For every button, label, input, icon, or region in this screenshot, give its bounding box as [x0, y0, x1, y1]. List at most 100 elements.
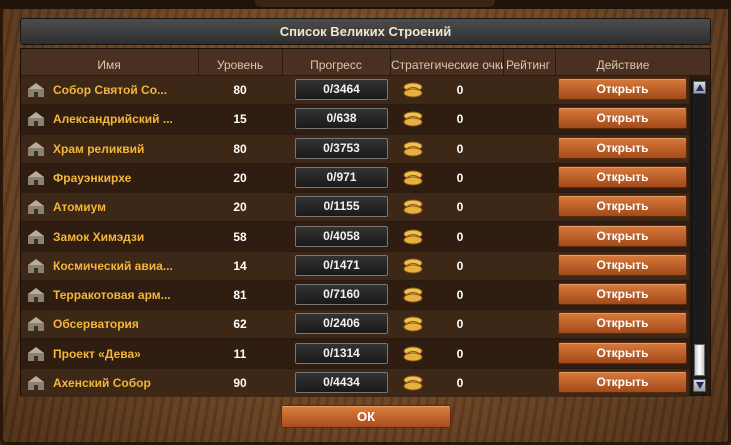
temple-icon: [28, 142, 44, 156]
strategy-points-scroll-icon: [403, 375, 423, 391]
building-name[interactable]: Собор Святой Со...: [53, 76, 203, 104]
building-level: 80: [233, 83, 247, 97]
open-button[interactable]: Открыть: [558, 107, 687, 129]
strategy-points-scroll-icon: [403, 229, 423, 245]
castle-icon: [28, 230, 44, 244]
strategy-points-value: 0: [456, 317, 464, 331]
open-button[interactable]: Открыть: [558, 225, 687, 247]
terracotta-army-icon: [28, 288, 44, 302]
strategy-points-value: 0: [456, 347, 464, 361]
open-button[interactable]: Открыть: [558, 312, 687, 334]
strategy-points-value: 0: [456, 171, 464, 185]
building-name[interactable]: Проект «Дева»: [53, 340, 203, 368]
table-row: Проект «Дева» 11 0/1314 0 Открыть: [21, 340, 689, 368]
building-level: 15: [233, 112, 247, 126]
building-name[interactable]: Ахенский Собор: [53, 369, 203, 397]
progress-box: 0/1155: [295, 196, 388, 217]
open-button[interactable]: Открыть: [558, 283, 687, 305]
triangle-up-icon: [696, 84, 704, 91]
strategy-points-scroll-icon: [403, 82, 423, 98]
progress-box: 0/4058: [295, 226, 388, 247]
progress-box: 0/1471: [295, 255, 388, 276]
strategy-points-value: 0: [456, 376, 464, 390]
scroll-up-button[interactable]: [693, 81, 706, 94]
strategy-points-value: 0: [456, 230, 464, 244]
table-row: Космический авиа... 14 0/1471 0 Открыть: [21, 252, 689, 280]
scroll-thumb[interactable]: [694, 344, 705, 376]
strategy-points-value: 0: [456, 112, 464, 126]
strategy-points-scroll-icon: [403, 316, 423, 332]
building-name[interactable]: Александрийский ...: [53, 105, 203, 133]
strategy-points-scroll-icon: [403, 141, 423, 157]
col-action: Действие: [596, 58, 650, 72]
progress-box: 0/3464: [295, 79, 388, 100]
building-name[interactable]: Храм реликвий: [53, 135, 203, 163]
open-button[interactable]: Открыть: [558, 195, 687, 217]
lighthouse-icon: [28, 112, 44, 126]
atomium-icon: [28, 200, 44, 214]
table-row: Фрауэнкирхе 20 0/971 0 Открыть: [21, 164, 689, 192]
progress-box: 0/971: [295, 167, 388, 188]
open-button[interactable]: Открыть: [558, 137, 687, 159]
ok-button[interactable]: ОК: [281, 405, 451, 428]
open-button[interactable]: Открыть: [558, 371, 687, 393]
progress-box: 0/638: [295, 108, 388, 129]
strategy-points-value: 0: [456, 200, 464, 214]
observatory-icon: [28, 317, 44, 331]
open-button[interactable]: Открыть: [558, 166, 687, 188]
spaceplane-icon: [28, 259, 44, 273]
building-level: 90: [233, 376, 247, 390]
strategy-points-scroll-icon: [403, 170, 423, 186]
open-button[interactable]: Открыть: [558, 254, 687, 276]
scrollbar[interactable]: [691, 79, 707, 395]
top-tab: [255, 0, 495, 7]
col-name[interactable]: Имя: [21, 49, 197, 75]
progress-box: 0/3753: [295, 138, 388, 159]
building-name[interactable]: Атомиум: [53, 193, 203, 221]
col-progress[interactable]: Прогресс: [283, 49, 389, 75]
building-level: 62: [233, 317, 247, 331]
strategy-points-scroll-icon: [403, 287, 423, 303]
great-buildings-table: Имя Уровень Прогресс Стратегические очки…: [20, 48, 711, 397]
building-level: 81: [233, 288, 247, 302]
table-row: Замок Химэдзи 58 0/4058 0 Открыть: [21, 223, 689, 251]
strategy-points-value: 0: [456, 142, 464, 156]
col-rating[interactable]: Рейтинг: [502, 49, 554, 75]
church-icon: [28, 171, 44, 185]
col-level[interactable]: Уровень: [199, 49, 281, 75]
table-header: Имя Уровень Прогресс Стратегические очки…: [21, 49, 710, 75]
strategy-points-scroll-icon: [403, 111, 423, 127]
open-button[interactable]: Открыть: [558, 342, 687, 364]
building-name[interactable]: Терракотовая арм...: [53, 281, 203, 309]
triangle-down-icon: [696, 382, 704, 389]
building-level: 20: [233, 200, 247, 214]
table-row: Обсерватория 62 0/2406 0 Открыть: [21, 310, 689, 338]
strategy-points-value: 0: [456, 288, 464, 302]
building-level: 11: [233, 347, 247, 361]
strategy-points-scroll-icon: [403, 199, 423, 215]
table-row: Александрийский ... 15 0/638 0 Открыть: [21, 105, 689, 133]
table-row: Собор Святой Со... 80 0/3464 0 Открыть: [21, 76, 689, 104]
progress-box: 0/1314: [295, 343, 388, 364]
strategy-points-value: 0: [456, 259, 464, 273]
building-name[interactable]: Фрауэнкирхе: [53, 164, 203, 192]
table-row: Терракотовая арм... 81 0/7160 0 Открыть: [21, 281, 689, 309]
scroll-down-button[interactable]: [693, 379, 706, 392]
col-strategy-points[interactable]: Стратегические очки: [391, 49, 503, 75]
cathedral-icon: [28, 83, 44, 97]
strategy-points-scroll-icon: [403, 258, 423, 274]
progress-box: 0/4434: [295, 372, 388, 393]
building-level: 20: [233, 171, 247, 185]
building-name[interactable]: Замок Химэдзи: [53, 223, 203, 251]
building-name[interactable]: Обсерватория: [53, 310, 203, 338]
building-name[interactable]: Космический авиа...: [53, 252, 203, 280]
building-level: 14: [233, 259, 247, 273]
progress-box: 0/2406: [295, 313, 388, 334]
strategy-points-scroll-icon: [403, 346, 423, 362]
strategy-points-value: 0: [456, 83, 464, 97]
building-level: 80: [233, 142, 247, 156]
table-row: Ахенский Собор 90 0/4434 0 Открыть: [21, 369, 689, 397]
eye-icon: [28, 347, 44, 361]
open-button[interactable]: Открыть: [558, 78, 687, 100]
window-title: Список Великих Строений: [20, 18, 711, 45]
